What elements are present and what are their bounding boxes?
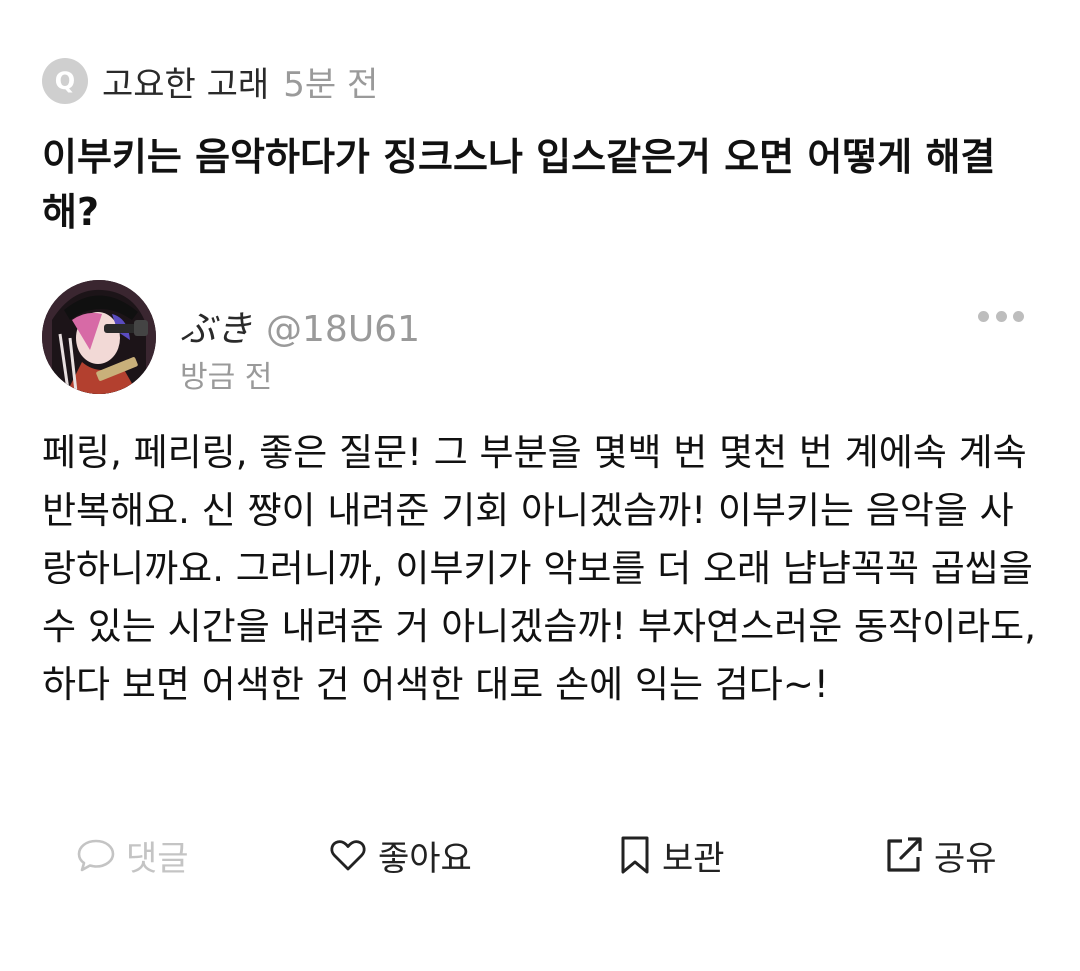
answer-timestamp: 방금 전 [180,360,273,395]
comment-button[interactable]: 댓글 [76,828,189,882]
speech-bubble-icon [77,839,115,872]
share-button[interactable]: 공유 [884,828,997,882]
author-line: ぶき @18U61 [180,300,420,352]
question-badge-icon: Q [42,58,88,104]
more-dot-icon [995,310,1007,322]
more-options-button[interactable] [978,300,1024,332]
question-text: 이부키는 음악하다가 징크스나 입스같은거 오면 어떻게 해결해? [42,135,996,234]
question-meta: Q 고요한 고래 5분 전 [42,56,378,106]
question-timestamp: 5분 전 [283,64,379,105]
asker-name[interactable]: 고요한 고래 [102,57,269,106]
like-label: 좋아요 [378,838,472,879]
author-handle[interactable]: @18U61 [266,309,420,350]
share-label: 공유 [934,838,997,879]
comment-label: 댓글 [126,838,189,879]
like-button[interactable]: 좋아요 [328,828,472,882]
avatar-image [42,280,156,394]
avatar[interactable] [42,280,156,394]
save-button[interactable]: 보관 [618,828,725,882]
more-dot-icon [978,310,989,322]
heart-icon [330,840,366,871]
save-label: 보관 [662,838,725,879]
action-bar: 댓글 좋아요 보관 공유 [0,828,1080,882]
author-name[interactable]: ぶき [180,300,252,352]
answer-text: 페링, 페리링, 좋은 질문! 그 부분을 몇백 번 몇천 번 계에속 계속 반… [42,431,1036,706]
more-dot-icon [1013,310,1024,322]
bookmark-icon [621,836,649,874]
share-icon [887,837,922,872]
